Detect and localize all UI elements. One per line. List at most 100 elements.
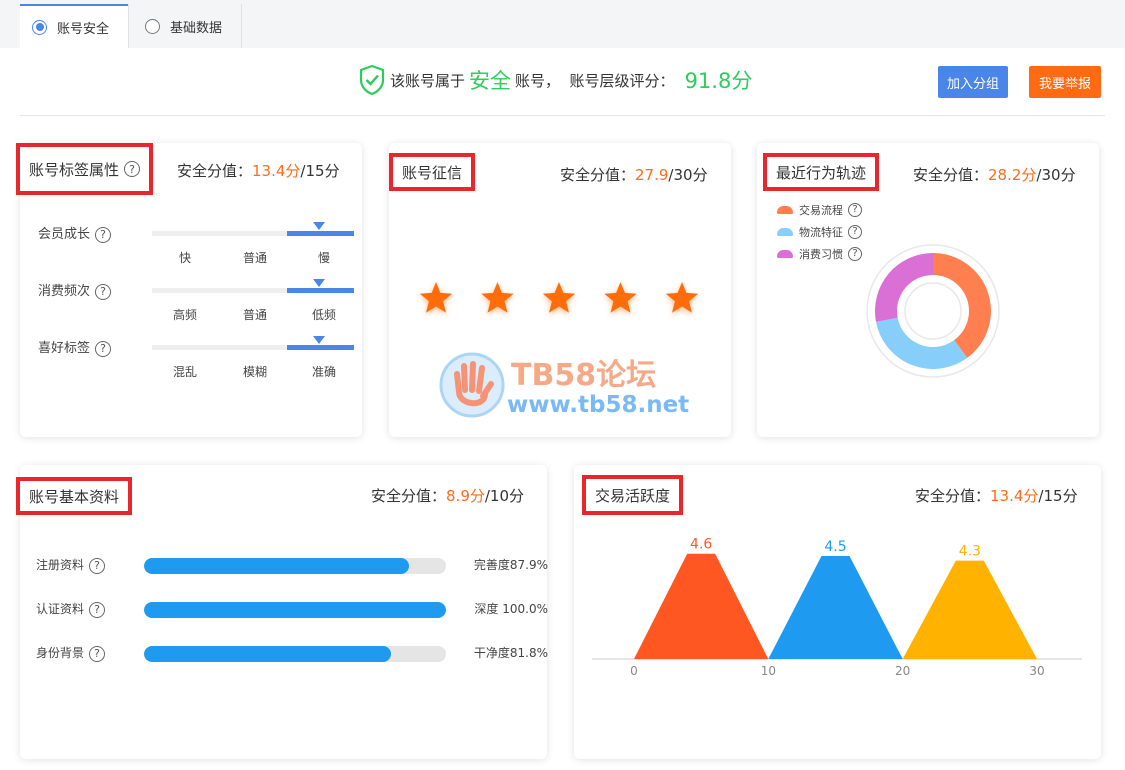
- score-value: 13.4分: [990, 487, 1039, 505]
- tag-label: 会员成长?: [38, 223, 112, 243]
- tag-row-member-growth: 会员成长? 快 普通 慢: [38, 222, 358, 279]
- radio-unselected-icon[interactable]: [145, 18, 160, 34]
- legend-item[interactable]: 消费习惯?: [777, 246, 862, 262]
- profile-progress-bar: [144, 646, 446, 662]
- help-icon[interactable]: ?: [95, 340, 112, 357]
- card-account-credit: 账号征信 安全分值：27.9/30分 TB58论坛 www.tb58.net: [389, 143, 731, 437]
- profile-label: 认证资料?: [36, 600, 106, 618]
- legend-item[interactable]: 交易流程?: [777, 202, 862, 218]
- tag-label: 消费频次?: [38, 280, 112, 300]
- score-value: 13.4分: [252, 162, 301, 180]
- profile-row: 注册资料? 完善度87.9%: [36, 556, 548, 576]
- legend-label: 物流特征: [799, 226, 843, 239]
- legend-swatch: [777, 206, 793, 214]
- help-icon[interactable]: ?: [848, 203, 862, 217]
- card-title-text: 账号基本资料: [29, 487, 120, 506]
- score-label: 安全分值：: [371, 487, 447, 505]
- tab-basic-data[interactable]: 基础数据: [128, 4, 242, 48]
- help-icon[interactable]: ?: [848, 247, 862, 261]
- tag-scale: [152, 279, 354, 293]
- security-score: 安全分值：13.4分/15分: [177, 160, 340, 181]
- profile-value: 深度 100.0%: [474, 602, 548, 616]
- activity-area[interactable]: [902, 560, 1037, 659]
- card-basic-profile: 账号基本资料 安全分值：8.9分/10分 注册资料? 完善度87.9% 认证资料…: [16, 465, 548, 759]
- behavior-donut-chart: [866, 244, 1000, 378]
- activity-area[interactable]: [768, 556, 903, 659]
- tag-scale: [152, 336, 354, 350]
- data-label: 4.6: [690, 537, 712, 553]
- help-icon[interactable]: ?: [89, 645, 106, 662]
- score-total: /30分: [668, 166, 708, 184]
- profile-value: 干净度81.8%: [473, 646, 548, 660]
- score-value: 28.2分: [988, 166, 1037, 184]
- star-icon: [481, 282, 514, 313]
- score-label: 安全分值：: [913, 166, 989, 184]
- star-icon: [604, 282, 637, 313]
- tab-label: 基础数据: [170, 20, 223, 36]
- tag-scale-value: 高频: [172, 308, 197, 322]
- profile-progress-bar: [144, 602, 446, 618]
- tag-row-preference: 喜好标签? 混乱 模糊 准确: [38, 336, 358, 393]
- help-icon[interactable]: ?: [124, 161, 141, 177]
- star-icon: [542, 282, 576, 313]
- help-icon[interactable]: ?: [848, 225, 862, 239]
- tag-marker-icon: [313, 279, 325, 287]
- profile-row: 认证资料? 深度 100.0%: [36, 600, 548, 620]
- profile-row: 身份背景? 干净度81.8%: [36, 644, 548, 664]
- tab-account-security[interactable]: 账号安全: [20, 4, 128, 48]
- tag-label-text: 会员成长: [38, 227, 91, 242]
- watermark-url: www.tb58.net: [507, 392, 690, 418]
- tag-marker-icon: [313, 222, 325, 230]
- help-icon[interactable]: ?: [89, 557, 106, 574]
- help-icon[interactable]: ?: [95, 226, 112, 243]
- profile-label: 身份背景?: [36, 644, 106, 662]
- tag-scale-value: 普通: [242, 251, 267, 265]
- security-score: 安全分值：28.2分/30分: [913, 164, 1076, 185]
- summary-prefix: 该账号属于: [390, 71, 466, 90]
- tag-scale-value: 快: [178, 251, 191, 265]
- score-total: /10分: [484, 487, 525, 505]
- card-recent-behavior: 最近行为轨迹 安全分值：28.2分/30分 交易流程? 物流特征? 消费习惯?: [757, 143, 1099, 437]
- shield-check-icon: [359, 64, 385, 96]
- radio-selected-icon[interactable]: [32, 19, 47, 35]
- help-icon[interactable]: ?: [95, 283, 112, 300]
- tag-scale-highlight: [287, 345, 354, 350]
- x-tick-label: 10: [761, 664, 776, 678]
- report-button[interactable]: 我要举报: [1029, 66, 1101, 98]
- card-title: 账号标签属性 ?: [16, 143, 154, 195]
- profile-progress-bar: [144, 558, 446, 574]
- security-score: 安全分值：8.9分/10分: [371, 485, 524, 506]
- x-tick-label: 20: [895, 664, 910, 678]
- account-score: 91.8分: [684, 69, 753, 93]
- donut-slice[interactable]: [933, 253, 991, 358]
- profile-label-text: 身份背景: [36, 646, 85, 660]
- card-title-text: 账号标签属性: [29, 160, 120, 179]
- legend-swatch: [777, 228, 793, 236]
- profile-value: 完善度87.9%: [473, 558, 548, 572]
- score-value: 8.9分: [446, 487, 485, 505]
- card-title-text: 交易活跃度: [595, 486, 671, 505]
- donut-slice[interactable]: [875, 253, 933, 322]
- legend-label: 交易流程: [799, 204, 843, 217]
- tag-label: 喜好标签?: [38, 337, 112, 357]
- security-summary: 该账号属于 安全 账号， 账号层级评分： 91.8分: [358, 64, 756, 96]
- tag-scale-value: 低频: [311, 308, 336, 322]
- score-value: 27.9: [635, 166, 669, 184]
- profile-label-text: 注册资料: [36, 558, 85, 572]
- activity-area[interactable]: [634, 553, 769, 659]
- help-icon[interactable]: ?: [89, 601, 106, 618]
- profile-progress-fill: [144, 602, 446, 618]
- x-tick-label: 0: [630, 664, 638, 678]
- x-tick-label: 30: [1029, 664, 1044, 678]
- security-score: 安全分值：13.4分/15分: [915, 485, 1078, 506]
- tag-scale-value: 准确: [311, 365, 336, 379]
- legend-item[interactable]: 物流特征?: [777, 224, 862, 240]
- join-group-button[interactable]: 加入分组: [938, 66, 1008, 98]
- tag-scale-value: 普通: [242, 308, 267, 322]
- tag-marker-icon: [313, 336, 325, 344]
- tag-label-text: 喜好标签: [38, 341, 91, 356]
- tag-scale: [152, 222, 354, 236]
- card-title-text: 账号征信: [402, 163, 463, 182]
- profile-label-text: 认证资料: [36, 602, 85, 616]
- card-title: 最近行为轨迹: [763, 153, 880, 191]
